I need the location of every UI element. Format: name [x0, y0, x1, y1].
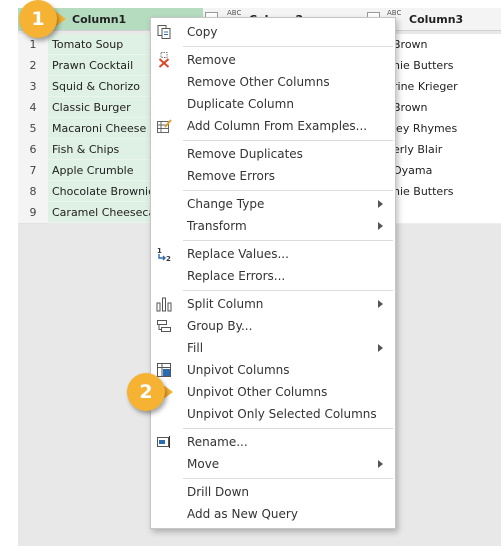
menu-item-label: Remove Errors — [187, 169, 276, 183]
menu-item-split-column[interactable]: Split Column — [151, 293, 395, 315]
rename-icon — [157, 436, 170, 448]
column-context-menu: Copy Remove Remove Other Columns Duplica… — [150, 17, 396, 529]
menu-item-replace-values[interactable]: 1 2 Replace Values... — [151, 243, 395, 265]
callout-step-1: 1 — [19, 0, 57, 38]
submenu-arrow-icon — [378, 200, 383, 208]
menu-item-label: Fill — [187, 341, 204, 355]
cell-text: nie Butters — [393, 59, 454, 72]
menu-separator — [183, 290, 393, 291]
menu-item-label: Remove Duplicates — [187, 147, 303, 161]
menu-separator — [183, 140, 393, 141]
menu-item-label: Remove Other Columns — [187, 75, 330, 89]
cell-text: ley Rhymes — [393, 122, 458, 135]
menu-item-remove-errors[interactable]: Remove Errors — [151, 165, 395, 187]
menu-item-label: Add Column From Examples... — [187, 119, 368, 133]
menu-item-remove[interactable]: Remove — [151, 49, 395, 71]
menu-item-label: Duplicate Column — [187, 97, 294, 111]
menu-item-add-column-from-examples[interactable]: Add Column From Examples... — [151, 115, 395, 137]
menu-item-label: Copy — [187, 25, 218, 39]
menu-item-duplicate-column[interactable]: Duplicate Column — [151, 93, 395, 115]
menu-item-rename[interactable]: Rename... — [151, 431, 395, 453]
menu-item-label: Transform — [187, 219, 247, 233]
menu-item-move[interactable]: Move — [151, 453, 395, 475]
callout-step-2: 2 — [127, 373, 165, 411]
type-hint-abc: ABC — [227, 9, 242, 17]
menu-item-label: Group By... — [187, 319, 253, 333]
replace-icon-num2: 2 — [166, 255, 171, 262]
menu-item-remove-duplicates[interactable]: Remove Duplicates — [151, 143, 395, 165]
menu-separator — [183, 240, 393, 241]
menu-item-label: Rename... — [187, 435, 248, 449]
row-number[interactable]: 3 — [18, 76, 48, 98]
column-from-examples-icon — [157, 119, 172, 133]
menu-item-transform[interactable]: Transform — [151, 215, 395, 237]
menu-item-remove-other-columns[interactable]: Remove Other Columns — [151, 71, 395, 93]
replace-values-icon: 1 2 — [157, 247, 171, 262]
row-number[interactable]: 2 — [18, 55, 48, 77]
column-header-label: Column1 — [72, 13, 127, 26]
menu-item-label: Unpivot Other Columns — [187, 385, 328, 399]
copy-icon — [157, 25, 171, 39]
menu-item-add-as-new-query[interactable]: Add as New Query — [151, 503, 395, 525]
submenu-arrow-icon — [378, 222, 383, 230]
remove-column-icon — [158, 52, 170, 68]
menu-separator — [183, 46, 393, 47]
row-number[interactable]: 4 — [18, 97, 48, 119]
menu-item-drill-down[interactable]: Drill Down — [151, 481, 395, 503]
cell-text: nie Butters — [393, 185, 454, 198]
menu-item-label: Move — [187, 457, 220, 471]
menu-item-fill[interactable]: Fill — [151, 337, 395, 359]
column-header-label: Column3 — [409, 13, 464, 26]
menu-item-group-by[interactable]: Group By... — [151, 315, 395, 337]
type-hint-abc: ABC — [387, 9, 402, 17]
cell-text: Brown — [393, 38, 428, 51]
menu-item-unpivot-only-selected-columns[interactable]: Unpivot Only Selected Columns — [151, 403, 395, 425]
menu-item-replace-errors[interactable]: Replace Errors... — [151, 265, 395, 287]
submenu-arrow-icon — [378, 460, 383, 468]
row-number[interactable]: 7 — [18, 160, 48, 182]
menu-item-change-type[interactable]: Change Type — [151, 193, 395, 215]
menu-separator — [183, 428, 393, 429]
row-number[interactable]: 9 — [18, 202, 48, 224]
menu-item-unpivot-other-columns[interactable]: Unpivot Other Columns — [151, 381, 395, 403]
menu-item-label: Add as New Query — [187, 507, 298, 521]
cell-text: Brown — [393, 101, 428, 114]
cell-text: erly Blair — [393, 143, 443, 156]
replace-icon-num1: 1 — [157, 247, 162, 255]
row-number[interactable]: 6 — [18, 139, 48, 161]
menu-separator — [183, 190, 393, 191]
menu-item-copy[interactable]: Copy — [151, 21, 395, 43]
menu-item-label: Remove — [187, 53, 236, 67]
menu-item-label: Unpivot Only Selected Columns — [187, 407, 377, 421]
menu-item-label: Replace Errors... — [187, 269, 286, 283]
type-abc-icon[interactable]: ABC — [227, 9, 241, 17]
submenu-arrow-icon — [378, 344, 383, 352]
row-number[interactable]: 8 — [18, 181, 48, 203]
menu-item-label: Replace Values... — [187, 247, 289, 261]
submenu-arrow-icon — [378, 300, 383, 308]
menu-item-label: Change Type — [187, 197, 265, 211]
group-by-icon — [157, 320, 171, 332]
type-abc-icon[interactable]: ABC — [387, 9, 401, 17]
cell-text: rine Krieger — [393, 80, 458, 93]
row-number[interactable]: 5 — [18, 118, 48, 140]
unpivot-columns-icon — [157, 363, 171, 377]
menu-item-unpivot-columns[interactable]: Unpivot Columns — [151, 359, 395, 381]
menu-item-label: Unpivot Columns — [187, 363, 290, 377]
cell-text: Oyama — [393, 164, 433, 177]
menu-separator — [183, 478, 393, 479]
menu-item-label: Split Column — [187, 297, 264, 311]
split-column-icon — [156, 297, 172, 312]
menu-item-label: Drill Down — [187, 485, 249, 499]
